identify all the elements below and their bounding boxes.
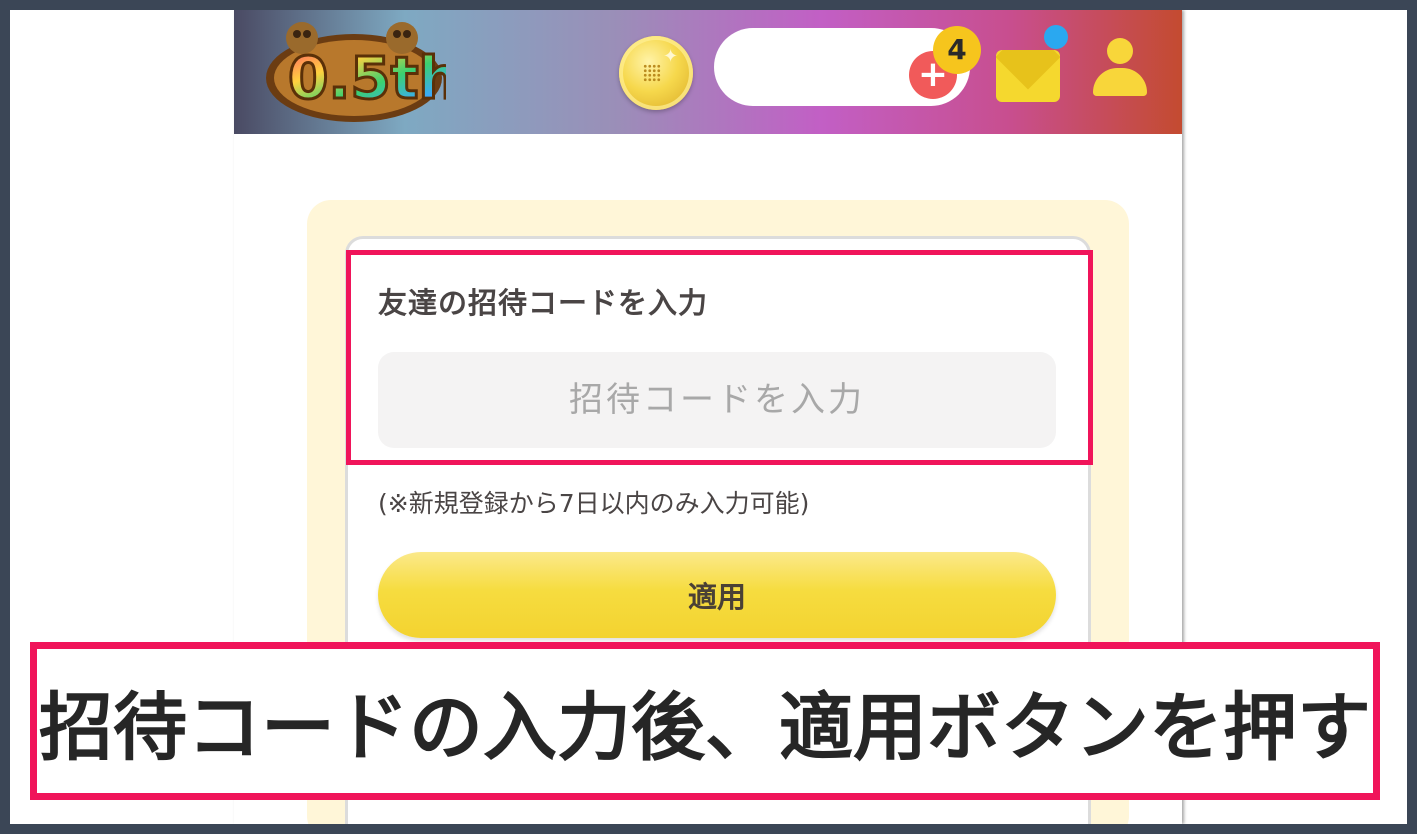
sparkle-icon: ✦ bbox=[663, 46, 679, 67]
notification-count-badge: 4 bbox=[933, 26, 981, 74]
caption-text: 招待コードの入力後、適用ボタンを押す bbox=[39, 684, 1371, 771]
account-icon[interactable] bbox=[1091, 38, 1149, 98]
account-icon-body bbox=[1093, 68, 1147, 96]
mail-unread-dot bbox=[1044, 25, 1068, 49]
invite-section-title: 友達の招待コードを入力 bbox=[378, 286, 709, 320]
logo-graphic: 0.5th bbox=[266, 22, 461, 122]
coin-pattern bbox=[643, 64, 661, 82]
logo-text: 0.5th bbox=[288, 44, 446, 112]
invite-notice: (※新規登録から7日以内のみ入力可能) bbox=[378, 489, 810, 518]
mail-flap bbox=[996, 50, 1060, 90]
header-bar: 0.5th ✦ + 4 bbox=[234, 10, 1182, 134]
coin-icon[interactable]: ✦ bbox=[619, 36, 693, 110]
apply-button[interactable]: 適用 bbox=[378, 552, 1056, 638]
instruction-caption: 招待コードの入力後、適用ボタンを押す bbox=[30, 642, 1380, 800]
invite-code-input[interactable] bbox=[378, 352, 1056, 448]
mail-icon[interactable] bbox=[996, 50, 1060, 102]
account-icon-head bbox=[1107, 38, 1133, 64]
anniversary-logo[interactable]: 0.5th bbox=[262, 16, 461, 126]
